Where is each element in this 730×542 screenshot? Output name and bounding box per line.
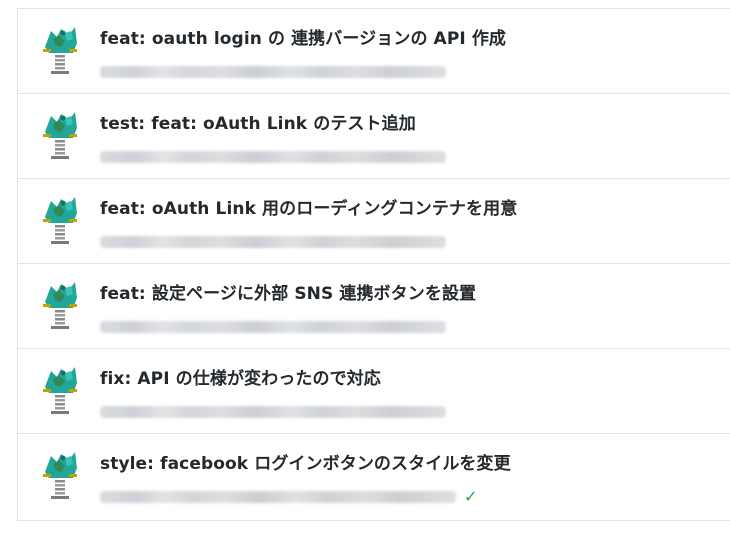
check-icon[interactable]: ✓: [464, 489, 477, 505]
redacted-meta: [100, 491, 456, 503]
commit-title[interactable]: test: feat: oAuth Link のテスト追加: [100, 109, 416, 134]
spring-rider-avatar-icon: [43, 112, 77, 159]
commit-title[interactable]: style: facebook ログインボタンのスタイルを変更: [100, 449, 511, 474]
redacted-meta: [100, 321, 446, 333]
avatar[interactable]: [39, 108, 81, 160]
spring-rider-avatar-icon: [43, 282, 77, 329]
redacted-meta: [100, 66, 446, 78]
avatar[interactable]: [39, 23, 81, 75]
spring-rider-avatar-icon: [43, 452, 77, 499]
commit-row[interactable]: test: feat: oAuth Link のテスト追加: [18, 94, 730, 179]
avatar[interactable]: [39, 193, 81, 245]
commit-row[interactable]: fix: API の仕様が変わったので対応: [18, 349, 730, 434]
commit-list: feat: oauth login の 連携バージョンの API 作成 test…: [17, 8, 730, 521]
commit-meta: [100, 64, 446, 80]
spring-rider-avatar-icon: [43, 367, 77, 414]
spring-rider-avatar-icon: [43, 27, 77, 74]
commit-meta: [100, 319, 446, 335]
commit-meta: [100, 404, 446, 420]
commit-title[interactable]: feat: oauth login の 連携バージョンの API 作成: [100, 24, 506, 49]
redacted-meta: [100, 236, 446, 248]
spring-rider-avatar-icon: [43, 197, 77, 244]
commit-title[interactable]: feat: oAuth Link 用のローディングコンテナを用意: [100, 194, 517, 219]
commit-row[interactable]: feat: oAuth Link 用のローディングコンテナを用意: [18, 179, 730, 264]
avatar[interactable]: [39, 448, 81, 500]
avatar[interactable]: [39, 363, 81, 415]
commit-row[interactable]: feat: oauth login の 連携バージョンの API 作成: [18, 9, 730, 94]
commit-meta: [100, 149, 446, 165]
commit-meta: [100, 234, 446, 250]
commit-title[interactable]: feat: 設定ページに外部 SNS 連携ボタンを設置: [100, 279, 476, 304]
avatar[interactable]: [39, 278, 81, 330]
redacted-meta: [100, 151, 446, 163]
commit-row[interactable]: feat: 設定ページに外部 SNS 連携ボタンを設置: [18, 264, 730, 349]
redacted-meta: [100, 406, 446, 418]
commit-meta: ✓: [100, 489, 477, 505]
commit-row[interactable]: style: facebook ログインボタンのスタイルを変更 ✓: [18, 434, 730, 521]
commit-title[interactable]: fix: API の仕様が変わったので対応: [100, 364, 381, 389]
